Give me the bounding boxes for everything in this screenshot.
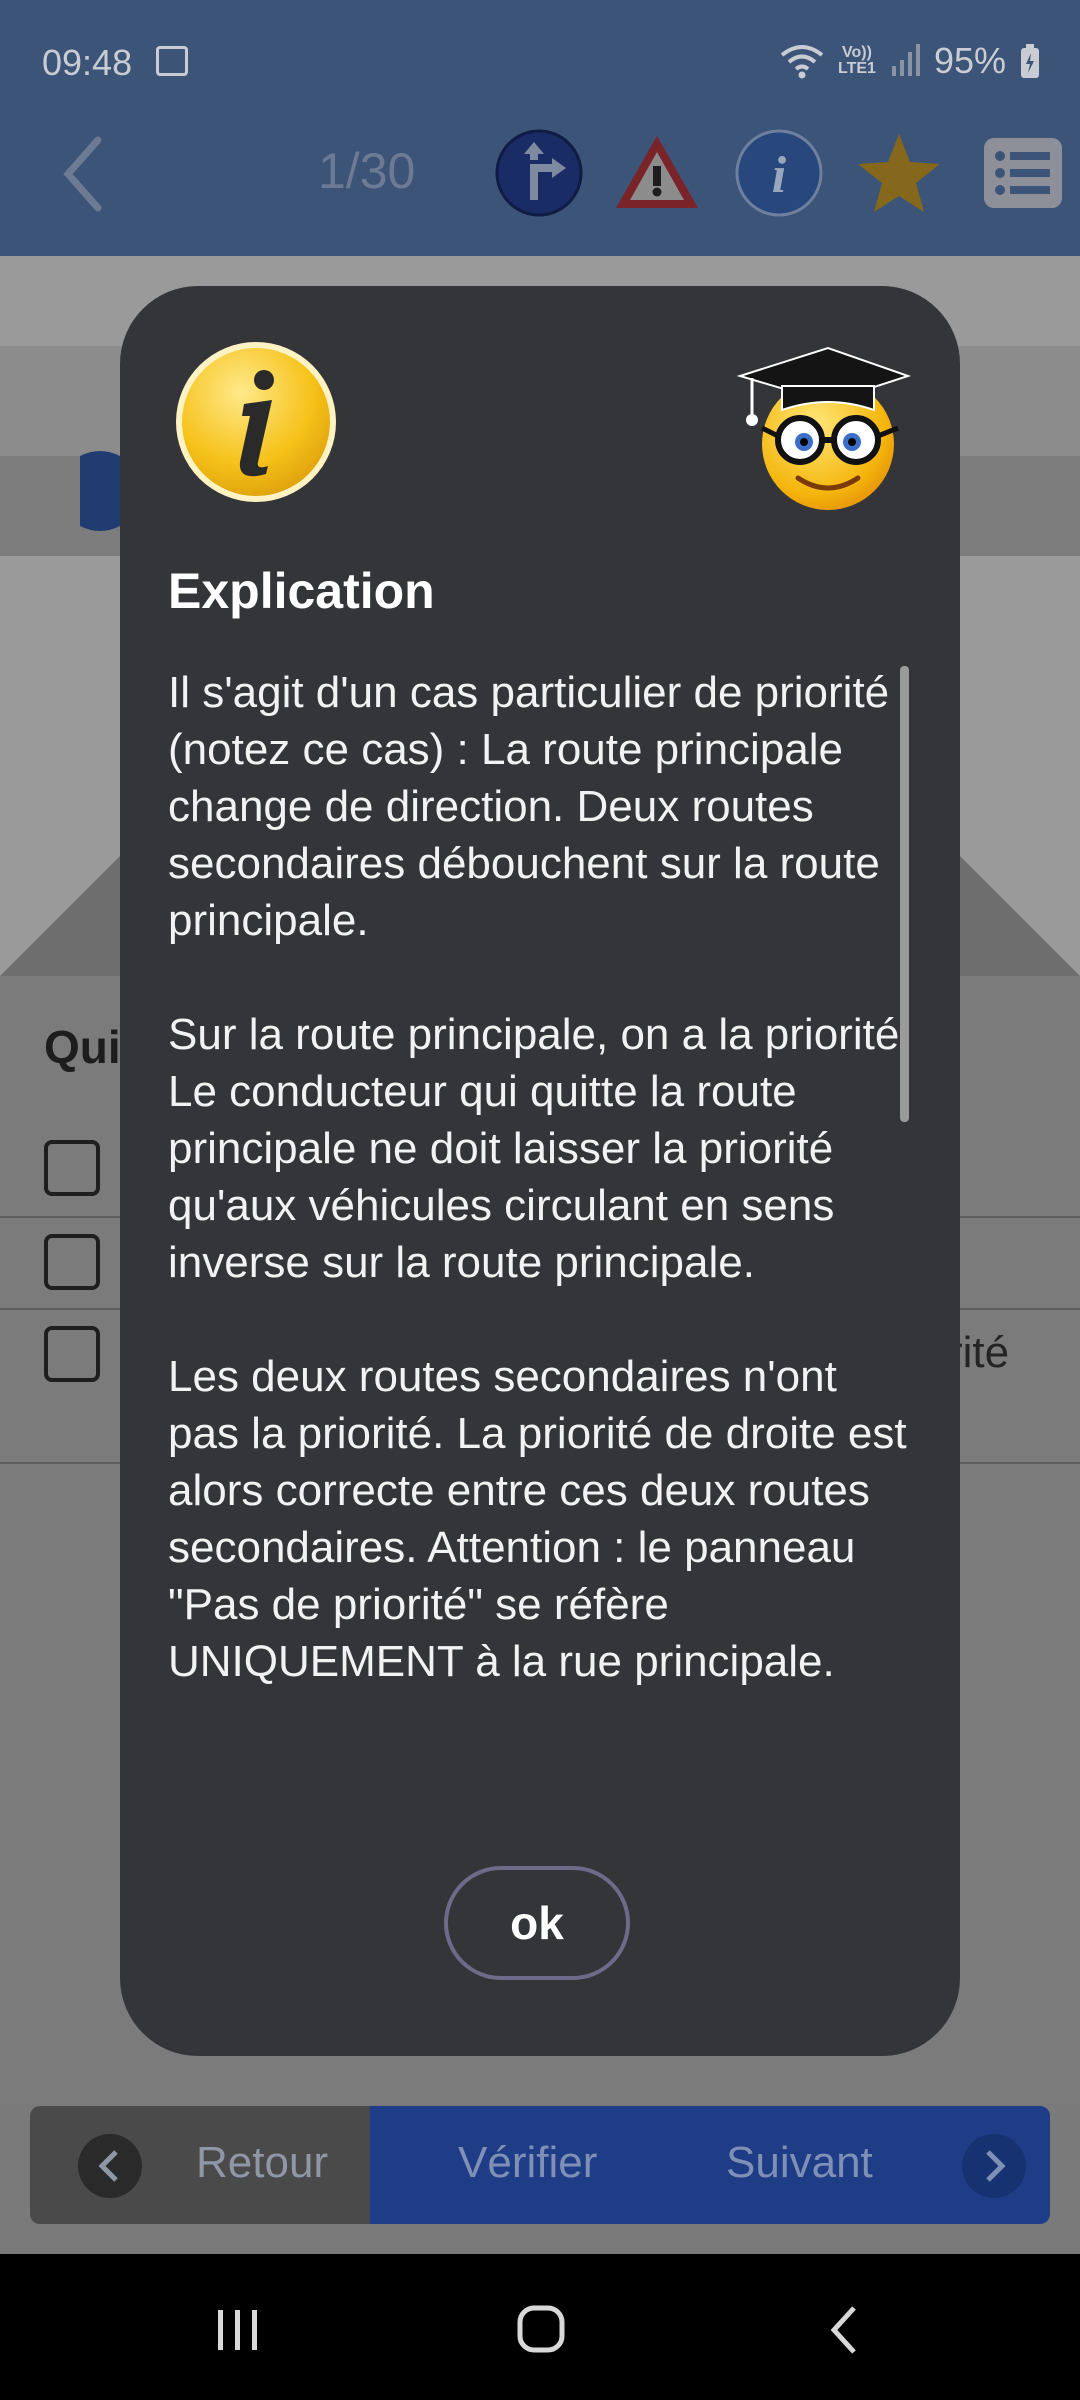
back-icon[interactable]: [58, 134, 108, 214]
info-icon: [176, 342, 336, 502]
signal-icon: [891, 44, 920, 76]
answer-checkbox[interactable]: [44, 1140, 100, 1196]
back-button[interactable]: Retour: [30, 2106, 370, 2224]
verify-next-area: Vérifier Suivant: [370, 2106, 1050, 2224]
ok-button[interactable]: ok: [444, 1866, 630, 1980]
chevron-right-icon[interactable]: [962, 2134, 1026, 2198]
question-text: Qui: [44, 1021, 121, 1073]
graduate-smiley-icon: [736, 346, 912, 510]
question-counter: 1/30: [318, 143, 416, 199]
chevron-left-icon: [78, 2134, 142, 2198]
info-icon[interactable]: i: [734, 128, 824, 218]
back-nav-icon[interactable]: [826, 2304, 862, 2356]
warning-triangle-icon[interactable]: [612, 128, 702, 218]
list-icon[interactable]: [978, 128, 1068, 218]
answer-checkbox[interactable]: [44, 1326, 100, 1382]
status-bar: 09:48 Vo)) LTE1 95%: [0, 0, 1080, 122]
wifi-icon: [780, 45, 824, 79]
explanation-paragraph: Les deux routes secondaires n'ont pas la…: [168, 1352, 907, 1686]
answer-checkbox[interactable]: [44, 1234, 100, 1290]
scrollbar-thumb[interactable]: [900, 666, 909, 1122]
gallery-icon: [156, 46, 188, 76]
recents-icon[interactable]: [214, 2306, 262, 2354]
battery-icon: [1021, 44, 1039, 78]
status-indicators: Vo)) LTE1 95%: [780, 40, 1040, 82]
back-label: Retour: [196, 2138, 329, 2187]
next-button[interactable]: Suivant: [726, 2138, 873, 2188]
priority-road-sign-icon[interactable]: [494, 128, 584, 218]
volte-indicator: Vo)) LTE1: [838, 44, 876, 77]
status-time: 09:48: [42, 42, 133, 83]
star-icon[interactable]: [854, 128, 944, 218]
svg-text:i: i: [772, 147, 787, 204]
explanation-paragraph: Sur la route principale, on a la priorit…: [168, 1010, 912, 1287]
explanation-text[interactable]: Il s'agit d'un cas particulier de priori…: [168, 664, 916, 2044]
battery-percent: 95%: [933, 40, 1006, 81]
system-nav-bar: [0, 2254, 1080, 2400]
verify-button[interactable]: Vérifier: [458, 2138, 597, 2188]
explanation-dialog: Explication Il s'agit d'un cas particuli…: [120, 286, 960, 2056]
dialog-title: Explication: [168, 563, 435, 619]
bottom-action-bar: Retour Vérifier Suivant: [30, 2106, 1050, 2224]
home-icon[interactable]: [516, 2304, 566, 2354]
explanation-paragraph: Il s'agit d'un cas particulier de priori…: [168, 668, 890, 945]
